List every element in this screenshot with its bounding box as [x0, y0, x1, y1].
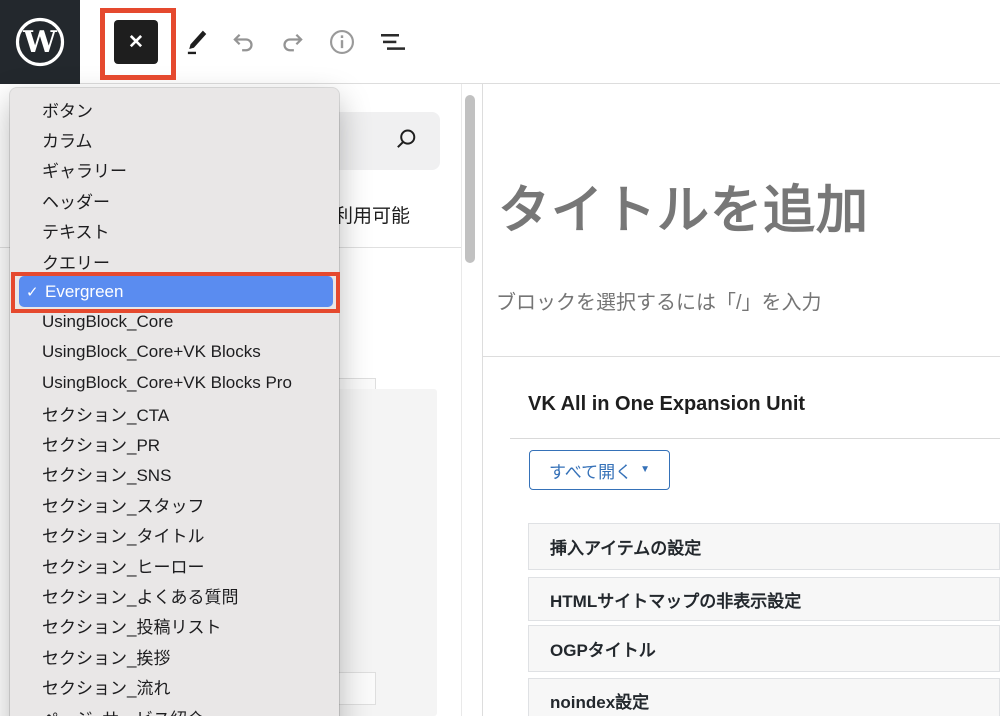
- dropdown-item[interactable]: セクション_よくある質問: [10, 580, 339, 610]
- dropdown-item-label: セクション_SNS: [42, 461, 171, 486]
- dropdown-item-label: ボタン: [42, 97, 93, 122]
- accordion-header-label: noindex設定: [550, 688, 649, 713]
- dropdown-item[interactable]: ヘッダー: [10, 185, 339, 215]
- editor-canvas: タイトルを追加 ブロックを選択するには「/」を入力 VK All in One …: [483, 84, 1000, 716]
- dropdown-item-label: UsingBlock_Core+VK Blocks Pro: [42, 373, 292, 393]
- dropdown-item-label: テキスト: [42, 218, 110, 243]
- check-icon: ✓: [26, 283, 39, 301]
- wordpress-logo[interactable]: W: [0, 0, 80, 84]
- list-view-button[interactable]: [373, 22, 413, 62]
- dropdown-item-label: ページ_サービス紹介: [42, 705, 204, 716]
- dropdown-item[interactable]: セクション_PR: [10, 428, 339, 458]
- dropdown-item[interactable]: UsingBlock_Core+VK Blocks: [10, 337, 339, 367]
- dropdown-item[interactable]: UsingBlock_Core+VK Blocks Pro: [10, 368, 339, 398]
- vk-exunit-metabox-title: VK All in One Expansion Unit: [528, 393, 805, 416]
- dropdown-item-label: セクション_投稿リスト: [42, 613, 221, 638]
- dropdown-item-label: セクション_よくある質問: [42, 583, 238, 608]
- undo-button[interactable]: [223, 22, 263, 62]
- block-category-dropdown: ボタンカラムギャラリーヘッダーテキストクエリー✓ Evergreen UsingBl…: [10, 88, 339, 716]
- accordion-header-label: HTMLサイトマップの非表示設定: [550, 587, 801, 612]
- paragraph-block-placeholder[interactable]: ブロックを選択するには「/」を入力: [496, 286, 822, 315]
- dropdown-item[interactable]: セクション_挨拶: [10, 641, 339, 671]
- dropdown-item-label: セクション_流れ: [42, 674, 170, 699]
- dropdown-item-label: セクション_PR: [42, 431, 160, 456]
- editor-header: W ✕: [0, 0, 1000, 84]
- redo-icon: [278, 27, 308, 57]
- accordion-header[interactable]: noindex設定: [528, 678, 1000, 716]
- dropdown-item[interactable]: セクション_スタッフ: [10, 489, 339, 519]
- pencil-icon: [181, 27, 211, 57]
- dropdown-item[interactable]: セクション_流れ: [10, 671, 339, 701]
- details-button[interactable]: [322, 22, 362, 62]
- info-icon: [326, 26, 358, 58]
- open-all-button[interactable]: すべて開く ▼: [529, 450, 670, 490]
- dropdown-item-label: ギャラリー: [42, 157, 127, 182]
- caret-down-icon: ▼: [640, 465, 650, 475]
- svg-text:W: W: [22, 25, 58, 60]
- dropdown-item[interactable]: ページ_サービス紹介: [10, 702, 339, 716]
- list-view-icon: [377, 26, 409, 58]
- dropdown-item-label: セクション_CTA: [42, 401, 169, 426]
- post-title-placeholder[interactable]: タイトルを追加: [498, 168, 869, 243]
- dropdown-item-selected[interactable]: ✓ Evergreen: [19, 276, 333, 306]
- accordion-header[interactable]: OGPタイトル: [528, 625, 1000, 672]
- dropdown-item[interactable]: セクション_投稿リスト: [10, 611, 339, 641]
- undo-icon: [228, 27, 258, 57]
- dropdown-item[interactable]: セクション_CTA: [10, 398, 339, 428]
- wordpress-block-editor: 利用可能 タイトルを追加 ブロックを選択するには「/」を入力 VK All in…: [0, 0, 1000, 716]
- patterns-available-label: 利用可能: [334, 201, 410, 228]
- block-inserter-toggle-button[interactable]: ✕: [114, 20, 158, 64]
- dropdown-item-label: UsingBlock_Core+VK Blocks: [42, 342, 261, 362]
- scrollbar-thumb[interactable]: [465, 95, 475, 263]
- open-all-label: すべて開く: [549, 458, 632, 483]
- dropdown-item[interactable]: UsingBlock_Core: [10, 307, 339, 337]
- dropdown-item-label: ヘッダー: [42, 188, 110, 213]
- accordion-header[interactable]: 挿入アイテムの設定: [528, 523, 1000, 570]
- accordion-header-label: OGPタイトル: [550, 636, 656, 661]
- dropdown-item-label: クエリー: [42, 249, 110, 274]
- vk-exunit-accordion: 挿入アイテムの設定 HTMLサイトマップの非表示設定 OGPタイトル noindex設…: [528, 523, 1000, 716]
- dropdown-item-label: カラム: [42, 127, 93, 152]
- metabox-divider: [510, 438, 1000, 439]
- dropdown-item[interactable]: セクション_SNS: [10, 459, 339, 489]
- edit-mode-button[interactable]: [176, 22, 216, 62]
- dropdown-item-label: Evergreen: [45, 282, 123, 302]
- dropdown-item-label: UsingBlock_Core: [42, 312, 173, 332]
- dropdown-item-label: セクション_タイトル: [42, 522, 204, 547]
- redo-button[interactable]: [273, 22, 313, 62]
- dropdown-item[interactable]: セクション_ヒーロー: [10, 550, 339, 580]
- dropdown-item[interactable]: クエリー: [10, 246, 339, 276]
- dropdown-item-label: セクション_スタッフ: [42, 492, 204, 517]
- dropdown-item[interactable]: テキスト: [10, 216, 339, 246]
- accordion-header[interactable]: HTMLサイトマップの非表示設定: [528, 577, 1000, 621]
- close-icon: ✕: [128, 31, 144, 54]
- dropdown-item[interactable]: セクション_タイトル: [10, 519, 339, 549]
- metabox-top-divider: [483, 356, 1000, 357]
- dropdown-item-label: セクション_ヒーロー: [42, 553, 204, 578]
- scrollbar-track: [461, 84, 462, 716]
- dropdown-item[interactable]: カラム: [10, 124, 339, 154]
- dropdown-item[interactable]: ギャラリー: [10, 155, 339, 185]
- wordpress-logo-icon: W: [14, 16, 66, 68]
- dropdown-item-label: セクション_挨拶: [42, 644, 170, 669]
- dropdown-item[interactable]: ボタン: [10, 94, 339, 124]
- accordion-header-label: 挿入アイテムの設定: [550, 534, 701, 559]
